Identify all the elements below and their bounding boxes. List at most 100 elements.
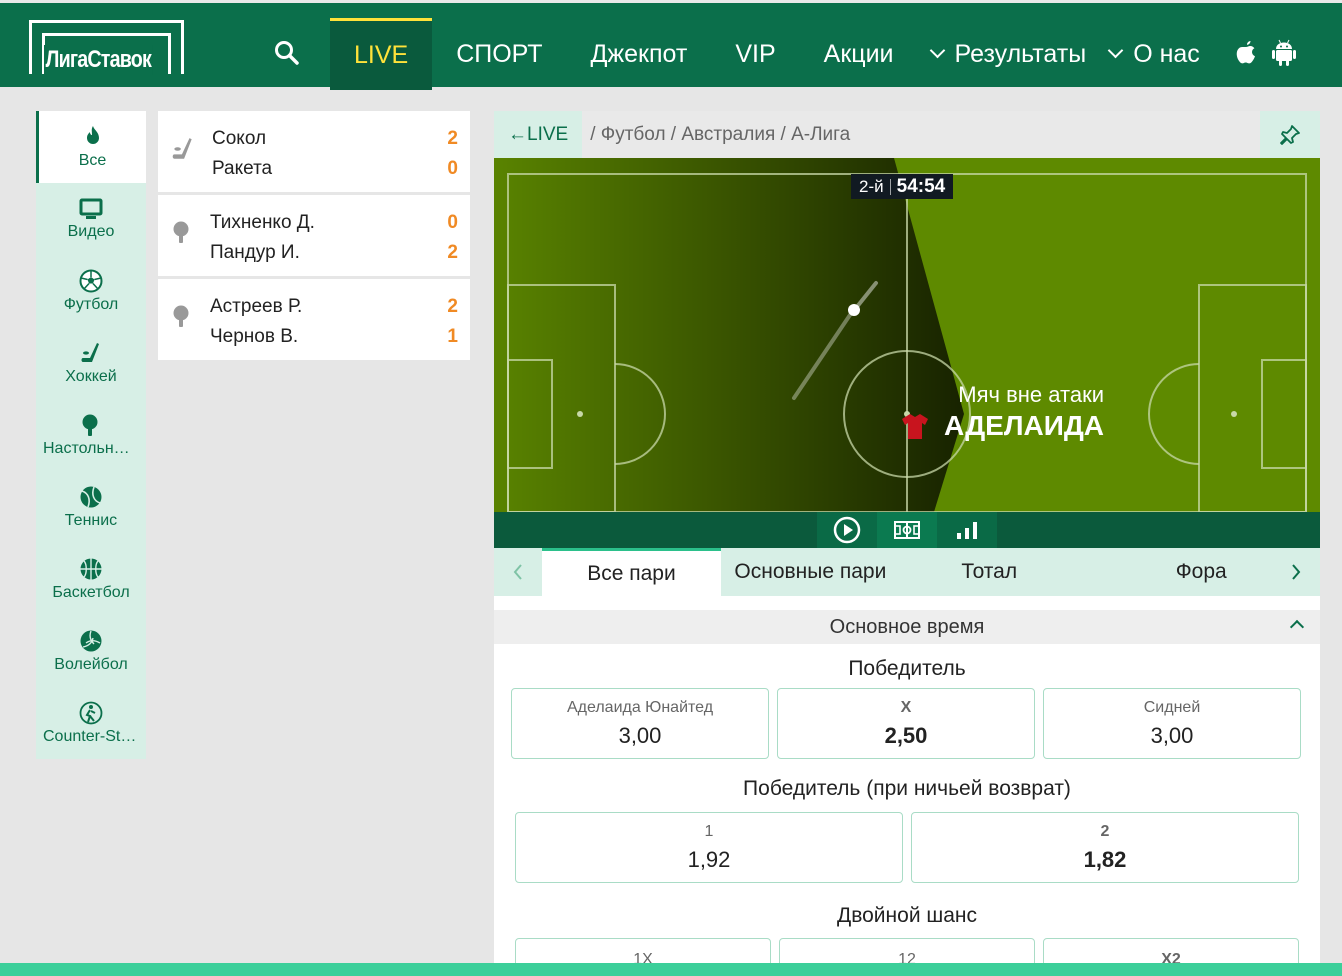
fire-icon [86, 125, 99, 144]
chevron-down-icon [929, 42, 945, 58]
odd-value: 1,82 [1083, 846, 1127, 872]
sidebar-item-video[interactable]: Видео [36, 183, 146, 255]
nav-results[interactable]: Результаты [918, 18, 1101, 90]
nav-promotions[interactable]: Акции [800, 18, 918, 90]
nav-results-label: Результаты [954, 39, 1087, 68]
tennis-ball-icon [80, 486, 102, 507]
sidebar-item-football[interactable]: Футбол [36, 255, 146, 327]
logo-text: ЛигаСтавок [44, 45, 153, 75]
tab-total[interactable]: Тотал [900, 548, 1079, 596]
odd-button[interactable]: X 2,50 [777, 688, 1035, 759]
sidebar-item-label: Волейбол [54, 655, 128, 673]
tab-main-bets[interactable]: Основные пари [721, 548, 900, 596]
odd-value: 3,00 [618, 722, 662, 748]
possession-team: АДЕЛАИДА [943, 410, 1104, 441]
sidebar-item-label: Футбол [63, 295, 119, 313]
sidebar-item-label: Видео [67, 222, 115, 240]
sidebar-item-counter-strike[interactable]: Counter-Strike [36, 687, 146, 759]
tab-handicap[interactable]: Фора [1079, 548, 1272, 596]
live-match-list: Сокол Ракета 2 0 Тихненко Д. Пандур И. 0… [158, 111, 470, 363]
chevron-up-icon[interactable] [1289, 619, 1305, 635]
section-title: Основное время [829, 615, 985, 638]
sidebar-item-all[interactable]: Все [36, 111, 146, 183]
sidebar-item-table-tennis[interactable]: Настольный теннис [36, 399, 146, 471]
nav-live[interactable]: LIVE [330, 18, 433, 90]
hockey-icon [172, 138, 192, 159]
sidebar-item-label: Counter-Strike [43, 727, 139, 745]
match-period: 2-й [859, 176, 884, 196]
pitch-view-toggle[interactable] [877, 512, 937, 548]
match-card[interactable]: Астреев Р. Чернов В. 2 1 [158, 279, 470, 360]
match-time: 54:54 [896, 175, 946, 197]
sidebar-item-label: Настольный теннис [43, 439, 139, 457]
android-icon[interactable] [1272, 39, 1296, 67]
section-header[interactable]: Основное время [494, 610, 1320, 644]
pin-icon [1280, 124, 1300, 145]
sidebar-item-tennis[interactable]: Теннис [36, 471, 146, 543]
table-tennis-icon [82, 414, 98, 436]
winner-odds: Аделаида Юнайтед 3,00 X 2,50 Сидней 3,00 [511, 688, 1301, 759]
site-logo[interactable]: ЛигаСтавок [29, 20, 184, 75]
team-1-score: 2 [447, 128, 458, 149]
nav-about-label: О нас [1133, 39, 1200, 68]
sidebar-item-volleyball[interactable]: Волейбол [36, 615, 146, 687]
market-title-double-chance: Двойной шанс [836, 904, 978, 927]
tracker-controls [494, 512, 1320, 548]
odd-label: X [900, 698, 912, 716]
match-card[interactable]: Сокол Ракета 2 0 [158, 111, 470, 192]
player-1-name: Тихненко Д. [210, 212, 315, 233]
tabs-strip: Все пари Основные пари Тотал Фора [542, 548, 1272, 596]
sidebar-item-label: Все [78, 151, 107, 169]
stats-toggle[interactable] [937, 512, 997, 548]
chevron-left-icon [513, 564, 522, 580]
odd-button[interactable]: Аделаида Юнайтед 3,00 [511, 688, 769, 759]
odd-value: 1,92 [687, 846, 731, 872]
sidebar-item-label: Баскетбол [52, 583, 130, 601]
match-card[interactable]: Тихненко Д. Пандур И. 0 2 [158, 195, 470, 276]
possession-team-row: АДЕЛАИДА [694, 410, 1104, 442]
sports-sidebar: Все Видео Футбол Хоккей Настольный тенни… [36, 111, 146, 759]
nav-vip[interactable]: VIP [711, 18, 799, 90]
event-status: Мяч вне атаки [958, 382, 1104, 407]
chevron-down-icon [1107, 42, 1124, 58]
market-title-winner: Победитель [848, 657, 966, 680]
player-2-score: 1 [447, 326, 458, 347]
table-tennis-icon [173, 305, 189, 327]
tabs-prev-button[interactable] [494, 548, 542, 596]
nav-sport[interactable]: СПОРТ [432, 18, 566, 90]
dnb-odds: 1 1,92 2 1,82 [515, 812, 1299, 883]
breadcrumb-path[interactable]: / Футбол / Австралия / А-Лига [582, 124, 850, 146]
chevron-right-icon [1292, 564, 1301, 580]
pitch-icon [894, 521, 920, 539]
player-2-score: 2 [447, 242, 458, 263]
nav-jackpot[interactable]: Джекпот [567, 18, 712, 90]
video-toggle[interactable] [817, 512, 877, 548]
team-2-name: Ракета [212, 158, 273, 179]
stats-icon [957, 522, 977, 539]
tabs-next-button[interactable] [1272, 548, 1320, 596]
odd-value: 2,50 [884, 722, 928, 748]
sidebar-item-basketball[interactable]: Баскетбол [36, 543, 146, 615]
apple-icon[interactable] [1234, 39, 1258, 67]
back-to-live-button[interactable]: ←LIVE [494, 111, 583, 158]
sidebar-item-label: Хоккей [65, 367, 117, 385]
odd-value: 3,00 [1150, 722, 1194, 748]
main-nav: LIVE СПОРТ Джекпот VIP Акции Результаты … [330, 18, 1210, 90]
player-2-name: Пандур И. [210, 242, 300, 263]
search-icon[interactable] [274, 40, 300, 66]
play-icon [833, 516, 861, 544]
odd-button[interactable]: Сидней 3,00 [1043, 688, 1301, 759]
team-1-name: Сокол [212, 128, 267, 149]
odd-button[interactable]: 1 1,92 [515, 812, 903, 883]
clock-divider [889, 178, 891, 195]
odd-button[interactable]: 2 1,82 [911, 812, 1299, 883]
tab-all-bets[interactable]: Все пари [542, 548, 721, 596]
pitch-graphic [494, 158, 1320, 512]
player-1-name: Астреев Р. [210, 296, 303, 317]
nav-about[interactable]: О нас [1100, 18, 1210, 90]
table-tennis-icon [173, 221, 189, 243]
pin-button[interactable] [1260, 111, 1320, 158]
sidebar-item-hockey[interactable]: Хоккей [36, 327, 146, 399]
basketball-icon [80, 558, 102, 579]
soccer-ball-icon [79, 269, 103, 292]
